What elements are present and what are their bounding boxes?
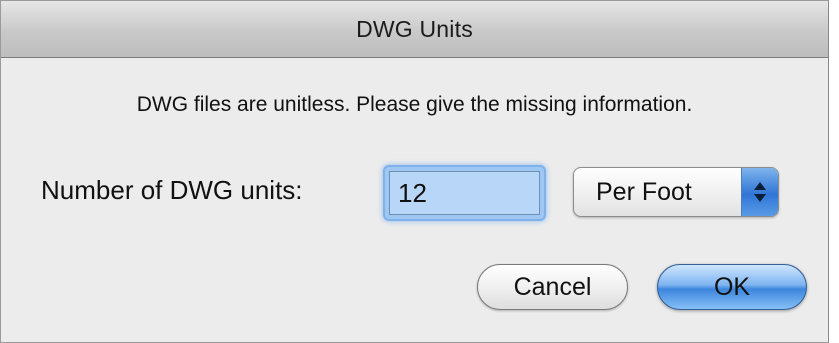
select-stepper-arrows[interactable] xyxy=(741,168,778,216)
dialog-title: DWG Units xyxy=(356,15,473,42)
dwg-units-dialog: DWG Units DWG files are unitless. Please… xyxy=(0,0,829,343)
unit-select-value: Per Foot xyxy=(596,178,692,206)
title-bar[interactable]: DWG Units xyxy=(1,1,828,58)
cancel-button-label: Cancel xyxy=(513,272,592,301)
units-input[interactable] xyxy=(389,171,540,215)
units-field-label: Number of DWG units: xyxy=(41,175,303,205)
units-input-focus-ring xyxy=(385,167,544,219)
ok-button[interactable]: OK xyxy=(657,264,807,310)
unit-select[interactable]: Per Foot xyxy=(573,167,779,217)
ok-button-label: OK xyxy=(713,272,751,301)
cancel-button[interactable]: Cancel xyxy=(477,264,628,310)
info-message: DWG files are unitless. Please give the … xyxy=(136,93,693,116)
arrow-up-icon xyxy=(754,182,766,190)
arrow-down-icon xyxy=(754,194,766,202)
